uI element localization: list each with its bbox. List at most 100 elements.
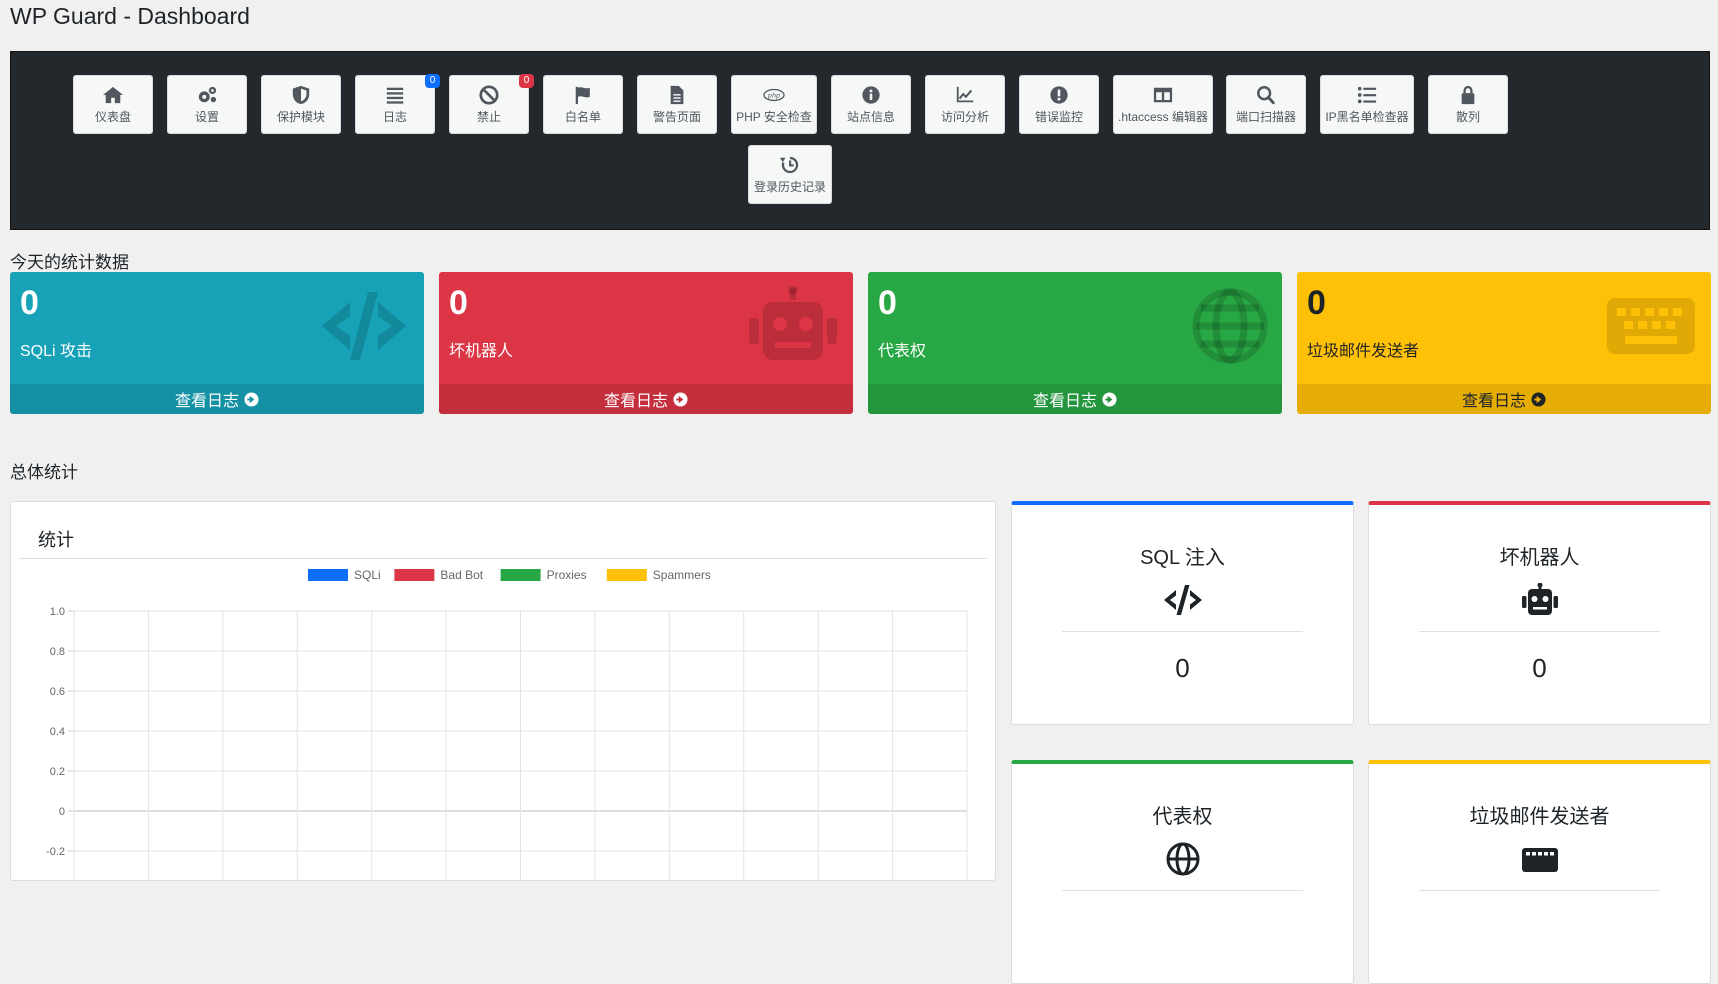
arrow-circle-right-icon <box>244 391 259 407</box>
ban-icon <box>479 84 499 105</box>
tab-protection-modules[interactable]: 保护模块 <box>261 75 341 134</box>
code-icon <box>1163 585 1202 615</box>
arrow-circle-right-icon <box>673 391 688 407</box>
php-icon: php <box>763 88 785 101</box>
chart-panel-title: 统计 <box>38 530 74 550</box>
view-logs-label: 查看日志 <box>1461 393 1526 410</box>
tab-label: 仪表盘 <box>94 109 131 124</box>
stats-chart: 1.0 0.8 0.6 0.4 0.2 0 -0.2 SQLi Bad Bot Proxies Sp… <box>46 568 968 880</box>
keyboard-icon <box>1607 298 1695 354</box>
search-icon <box>1256 85 1275 104</box>
box-divider <box>1062 890 1303 891</box>
box-title: SQL 注入 <box>1140 547 1225 569</box>
columns-icon <box>1153 87 1173 102</box>
tab-php-security-check[interactable]: php PHP 安全检查 <box>731 75 817 134</box>
tab-hash[interactable]: 散列 <box>1428 75 1508 134</box>
tab-label: 白名单 <box>564 109 601 124</box>
tab-label: 禁止 <box>476 109 501 124</box>
card-value: 0 <box>1307 284 1326 322</box>
arrow-circle-right-icon <box>1102 391 1117 407</box>
chart-y-tick-label: 0.6 <box>50 686 65 698</box>
tab-label: 散列 <box>1455 109 1480 124</box>
tab-label: 登录历史记录 <box>753 179 826 194</box>
today-card-sqli: 0 SQLi 攻击 查看日志 <box>10 272 424 414</box>
card-label: SQLi 攻击 <box>20 343 93 360</box>
chart-legend-swatch <box>308 569 348 581</box>
tab-settings[interactable]: 设置 <box>167 75 247 134</box>
tab-login-history[interactable]: 登录历史记录 <box>748 145 832 204</box>
list-ul-icon <box>1357 86 1377 103</box>
shield-icon <box>292 85 310 104</box>
box-value: 0 <box>1532 653 1547 683</box>
tab-whitelist[interactable]: 白名单 <box>543 75 623 134</box>
view-logs-label: 查看日志 <box>1032 393 1097 410</box>
chart-y-tick-label: -0.2 <box>46 846 65 858</box>
tab-label: 设置 <box>194 109 219 124</box>
tab-label: 日志 <box>382 109 407 124</box>
exclamation-icon <box>1050 85 1068 104</box>
tab-error-monitor[interactable]: 错误监控 <box>1019 75 1099 134</box>
chart-line-icon <box>956 86 974 102</box>
chart-y-tick-label: 0.4 <box>50 726 65 738</box>
home-icon <box>103 86 123 103</box>
file-icon <box>670 85 684 104</box>
box-divider <box>1419 890 1660 891</box>
box-divider <box>1062 631 1303 632</box>
tab-port-scanner[interactable]: 端口扫描器 <box>1226 75 1306 134</box>
tab-visit-analytics[interactable]: 访问分析 <box>925 75 1005 134</box>
chart-legend-swatch <box>394 569 435 581</box>
today-section-title: 今天的统计数据 <box>10 253 129 272</box>
card-label: 垃圾邮件发送者 <box>1307 343 1420 360</box>
list-icon <box>386 87 404 104</box>
chart-legend-swatch <box>606 569 647 581</box>
tab-label: 端口扫描器 <box>1235 109 1296 124</box>
chart-y-tick-label: 0.8 <box>50 646 65 658</box>
keyboard-icon <box>1521 848 1558 872</box>
box-title: 垃圾邮件发送者 <box>1469 806 1610 828</box>
tab-label: 警告页面 <box>652 109 701 124</box>
chart-legend-label: Proxies <box>547 568 587 582</box>
code-icon <box>322 292 406 360</box>
tab-ip-blacklist-checker[interactable]: IP黑名单检查器 <box>1320 75 1414 134</box>
tab-bans[interactable]: 禁止 0 <box>449 74 534 134</box>
tab-label: 错误监控 <box>1034 109 1083 124</box>
view-logs-link[interactable]: 查看日志 <box>1297 384 1711 414</box>
overall-box-spammers: 垃圾邮件发送者 <box>1368 760 1711 984</box>
view-logs-label: 查看日志 <box>603 393 668 410</box>
card-value: 0 <box>878 284 897 322</box>
logs-count-badge: 0 <box>425 74 440 88</box>
tab-htaccess-editor[interactable]: .htaccess 编辑器 <box>1113 75 1213 134</box>
card-value: 0 <box>20 284 39 322</box>
tab-dashboard[interactable]: 仪表盘 <box>73 75 153 134</box>
overall-box-bad-bot: 坏机器人 0 <box>1368 501 1711 725</box>
card-value: 0 <box>449 284 468 322</box>
overall-section-title: 总体统计 <box>10 463 78 482</box>
chart-legend-label: Bad Bot <box>440 568 483 582</box>
page-title: WP Guard - Dashboard <box>10 3 250 29</box>
chart-y-tick-label: 0.2 <box>50 766 65 778</box>
gears-icon <box>198 86 217 102</box>
svg-text:php: php <box>767 92 780 99</box>
chart-y-tick-label: 1.0 <box>50 606 65 618</box>
view-logs-link[interactable]: 查看日志 <box>10 384 424 414</box>
card-label: 坏机器人 <box>449 343 514 360</box>
tab-logs[interactable]: 日志 0 <box>355 74 440 134</box>
chart-panel-divider <box>19 558 987 559</box>
info-icon <box>862 85 880 104</box>
tab-site-info[interactable]: 站点信息 <box>831 75 911 134</box>
view-logs-link[interactable]: 查看日志 <box>439 384 853 414</box>
today-card-proxies: 0 代表权 查看日志 <box>868 272 1282 414</box>
tab-label: IP黑名单检查器 <box>1325 109 1409 124</box>
tab-label: 站点信息 <box>846 109 895 124</box>
box-divider <box>1419 631 1660 632</box>
robot-icon <box>1521 583 1558 615</box>
chart-legend-swatch <box>500 569 541 581</box>
overall-box-proxies: 代表权 <box>1011 760 1354 984</box>
flag-icon <box>575 86 590 104</box>
globe-icon <box>1166 842 1199 876</box>
tab-warning-page[interactable]: 警告页面 <box>637 75 717 134</box>
tab-label: .htaccess 编辑器 <box>1117 109 1209 124</box>
view-logs-link[interactable]: 查看日志 <box>868 384 1282 414</box>
bans-count-badge: 0 <box>519 74 534 88</box>
today-card-bad-bot: 0 坏机器人 查看日志 <box>439 272 853 414</box>
